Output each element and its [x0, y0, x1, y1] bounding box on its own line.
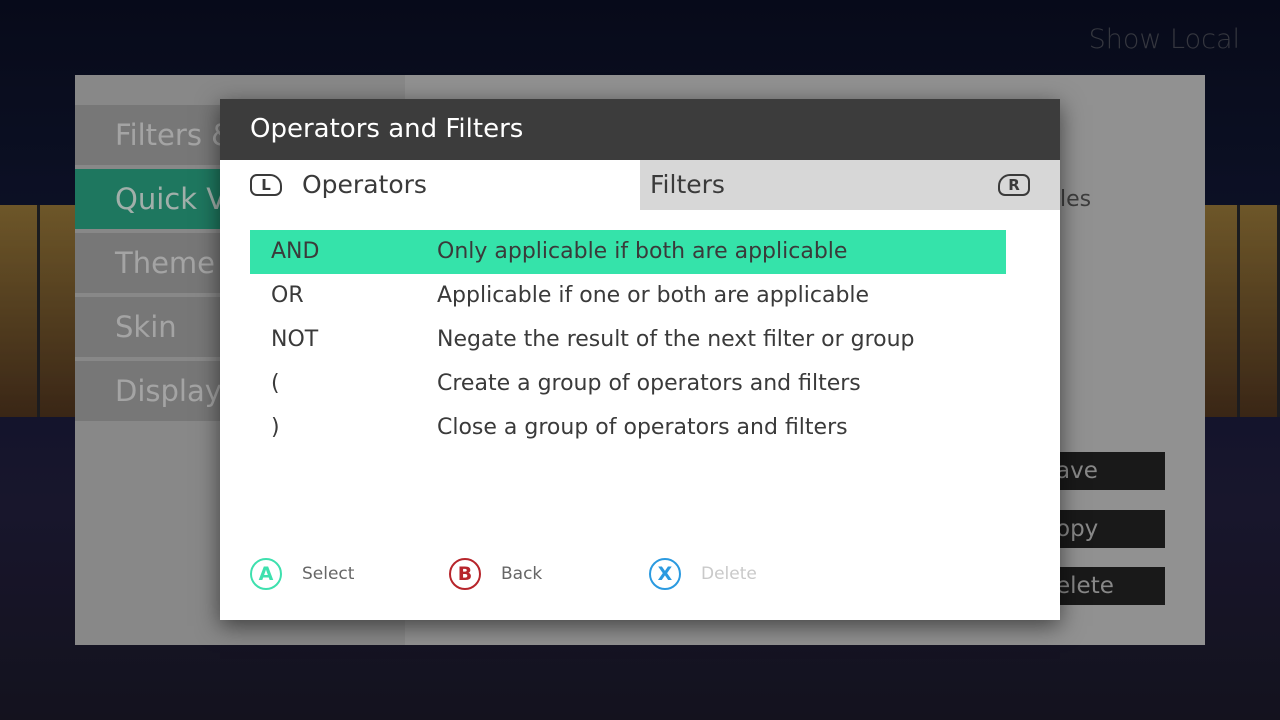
- operators-filters-dialog: Operators and Filters L Operators Filter…: [220, 99, 1060, 620]
- dialog-tabs: L Operators Filters R: [220, 160, 1060, 210]
- operators-list: AND Only applicable if both are applicab…: [250, 230, 1006, 450]
- operator-row-or[interactable]: OR Applicable if one or both are applica…: [250, 274, 1006, 318]
- button-legend: A Select B Back X Delete: [220, 557, 1060, 591]
- operator-description: Only applicable if both are applicable: [437, 239, 848, 264]
- operator-row-close-group[interactable]: ) Close a group of operators and filters: [250, 406, 1006, 450]
- tab-filters-label: Filters: [650, 170, 725, 199]
- legend-back[interactable]: B Back: [449, 557, 542, 591]
- dialog-title: Operators and Filters: [220, 99, 1060, 160]
- operator-description: Close a group of operators and filters: [437, 415, 848, 440]
- tab-filters[interactable]: Filters R: [640, 160, 1060, 210]
- legend-delete: X Delete: [649, 557, 757, 591]
- operator-symbol: AND: [271, 239, 320, 264]
- legend-select-label: Select: [302, 564, 355, 584]
- tab-operators[interactable]: L Operators: [220, 160, 640, 210]
- x-button-icon: X: [649, 558, 681, 590]
- a-button-icon: A: [250, 558, 282, 590]
- operator-symbol: OR: [271, 283, 304, 308]
- operator-description: Negate the result of the next filter or …: [437, 327, 915, 352]
- b-button-icon: B: [449, 558, 481, 590]
- operator-description: Create a group of operators and filters: [437, 371, 861, 396]
- operator-row-not[interactable]: NOT Negate the result of the next filter…: [250, 318, 1006, 362]
- legend-back-label: Back: [501, 564, 543, 584]
- operator-row-and[interactable]: AND Only applicable if both are applicab…: [250, 230, 1006, 274]
- operator-symbol: (: [271, 371, 280, 396]
- legend-select[interactable]: A Select: [250, 557, 354, 591]
- left-bumper-icon: L: [250, 174, 282, 196]
- right-bumper-icon: R: [998, 174, 1030, 196]
- operator-row-open-group[interactable]: ( Create a group of operators and filter…: [250, 362, 1006, 406]
- legend-delete-label: Delete: [701, 564, 757, 584]
- operator-description: Applicable if one or both are applicable: [437, 283, 870, 308]
- tab-operators-label: Operators: [302, 170, 427, 199]
- operator-symbol: ): [271, 415, 280, 440]
- operator-symbol: NOT: [271, 327, 319, 352]
